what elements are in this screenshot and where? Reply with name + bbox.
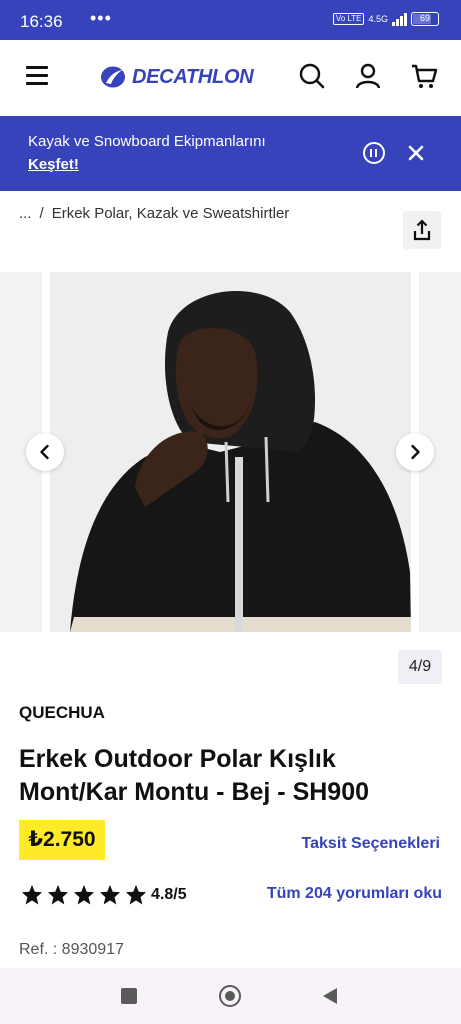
status-bar: 16:36 ••• Vo LTE 4.5G 69 (0, 0, 461, 40)
breadcrumb-ellipsis[interactable]: ... (19, 205, 32, 222)
product-title: Erkek Outdoor Polar Kışlık Mont/Kar Mont… (19, 745, 370, 806)
promo-link[interactable]: Keşfet! (28, 156, 79, 173)
breadcrumb: ... / Erkek Polar, Kazak ve Sweatshirtle… (19, 205, 289, 222)
cart-icon[interactable] (410, 62, 438, 90)
status-icons: Vo LTE 4.5G 69 (332, 12, 439, 26)
breadcrumb-separator: / (39, 205, 44, 222)
promo-text: Kayak ve Snowboard Ekipmanlarını (28, 133, 266, 150)
share-button[interactable] (403, 211, 441, 249)
back-icon[interactable] (320, 986, 340, 1006)
product-image[interactable] (50, 272, 411, 632)
home-icon[interactable] (219, 985, 241, 1007)
promo-banner: Kayak ve Snowboard Ekipmanlarını Keşfet! (0, 116, 461, 191)
star-icon (99, 884, 121, 905)
decathlon-logo[interactable]: DECATHLON (100, 64, 254, 90)
gallery-prev-button[interactable] (26, 433, 64, 471)
gallery-counter: 4/9 (398, 650, 442, 684)
logo-mark-icon (101, 66, 125, 88)
pause-icon[interactable] (363, 142, 385, 164)
product-brand[interactable]: QUECHUA (19, 703, 105, 723)
installments-link[interactable]: Taksit Seçenekleri (302, 835, 440, 853)
share-icon (413, 219, 431, 241)
product-photo (50, 272, 411, 632)
network-type: 4.5G (368, 14, 388, 24)
breadcrumb-current[interactable]: Erkek Polar, Kazak ve Sweatshirtler (52, 205, 290, 222)
signal-icon (392, 12, 407, 26)
star-icon (125, 884, 147, 905)
star-icon (47, 884, 69, 905)
search-icon[interactable] (298, 62, 326, 90)
chevron-left-icon (40, 444, 49, 460)
rating-stars[interactable] (21, 884, 147, 905)
product-price: ₺2.750 (19, 820, 105, 860)
reviews-link[interactable]: Tüm 204 yorumları oku (267, 885, 442, 903)
close-icon[interactable] (406, 143, 426, 163)
menu-icon[interactable] (26, 66, 48, 85)
logo-text: DECATHLON (132, 65, 254, 88)
product-ref: Ref. : 8930917 (19, 941, 124, 958)
gallery-next-button[interactable] (396, 433, 434, 471)
rating-value: 4.8/5 (151, 886, 187, 903)
system-nav-bar (0, 968, 461, 1024)
star-icon (73, 884, 95, 905)
star-icon (21, 884, 43, 905)
battery-level: 69 (419, 13, 430, 23)
chevron-right-icon (411, 444, 420, 460)
product-gallery[interactable] (0, 272, 461, 634)
notification-dots: ••• (90, 8, 112, 28)
account-icon[interactable] (354, 62, 382, 90)
recents-icon[interactable] (121, 988, 137, 1004)
site-header: DECATHLON (0, 40, 461, 116)
status-time: 16:36 (20, 12, 63, 31)
volte-indicator: Vo LTE (332, 13, 365, 25)
battery-icon: 69 (411, 12, 439, 26)
